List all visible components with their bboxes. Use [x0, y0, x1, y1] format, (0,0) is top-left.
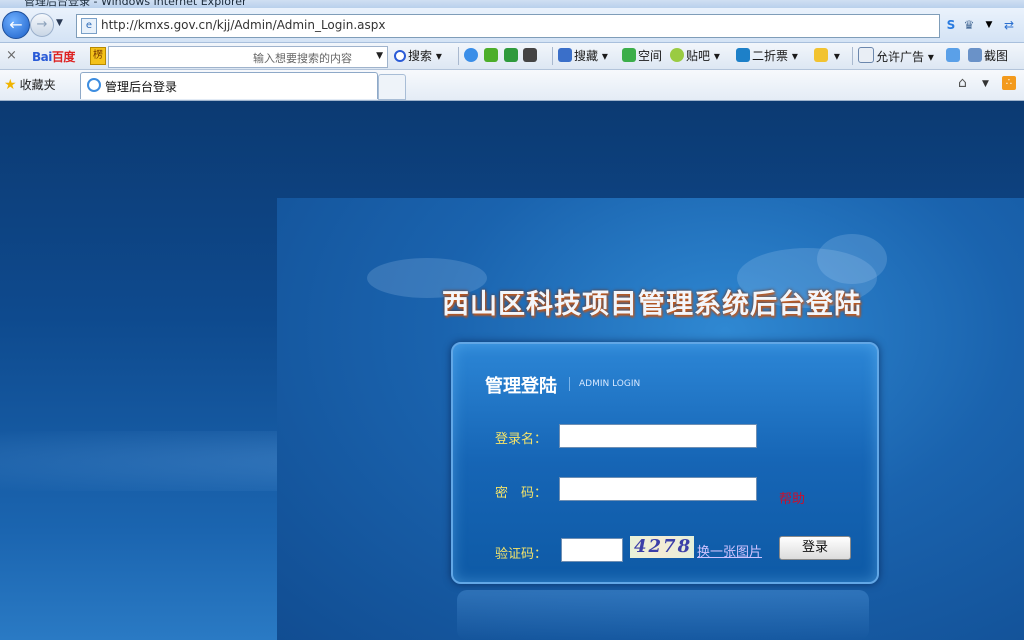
captcha-input[interactable] [561, 538, 623, 562]
close-toolbar-icon[interactable]: × [6, 48, 17, 63]
space-button[interactable]: 空间 [622, 47, 662, 65]
media-icon [523, 48, 538, 62]
tieba-label: 贴吧 [686, 49, 711, 63]
search-button[interactable]: 搜索 ▾ [394, 47, 442, 65]
forward-arrow-icon[interactable]: → [30, 13, 54, 37]
star-icon: ★ [4, 77, 17, 93]
cloud-decoration [817, 234, 887, 284]
allow-ads-label: 允许广告 [876, 50, 925, 64]
favorites-label: 收藏夹 [19, 78, 56, 92]
book-icon [558, 48, 572, 62]
captcha-image: 4278 [630, 536, 694, 558]
collect-button[interactable]: 搜藏 ▾ [558, 47, 608, 65]
toolbar-search-input[interactable]: 输入想要搜索的内容 ▼ [108, 46, 388, 68]
screenshot-button[interactable]: 截图 [968, 47, 1008, 65]
baidu-logo[interactable]: Bai百度 [32, 48, 75, 65]
tieba-button[interactable]: 贴吧 ▾ [670, 47, 720, 65]
plane-icon [736, 48, 750, 62]
search-placeholder: 输入想要搜索的内容 [253, 52, 352, 65]
translate-icon [503, 48, 518, 62]
password-label: 密 码： [495, 486, 548, 501]
ie-icon [87, 78, 101, 92]
search-button-label: 搜索 [408, 49, 433, 63]
pencil-button[interactable] [946, 47, 962, 65]
refresh-captcha-link[interactable]: 换一张图片 [697, 541, 762, 560]
favorites-button[interactable]: ★ 收藏夹 [4, 76, 56, 93]
globe-icon [464, 48, 478, 62]
discount-label: 二折票 [752, 49, 789, 63]
history-dropdown-icon[interactable]: ▼ [56, 18, 63, 28]
username-label: 登录名： [495, 432, 548, 447]
movie-button[interactable]: ▾ [814, 47, 840, 65]
address-tools: S ♛ ▼ ⇄ [942, 14, 1022, 36]
login-heading: 管理登陆 [485, 376, 557, 397]
login-submit-button[interactable]: 登录 [779, 536, 851, 560]
captcha-label: 验证码： [495, 547, 548, 562]
window-icon [858, 47, 874, 63]
tab-label: 管理后台登录 [105, 80, 178, 94]
system-title: 西山区科技项目管理系统后台登陆 [442, 289, 862, 320]
tab-admin-login[interactable]: 管理后台登录 [80, 72, 378, 99]
window-titlebar: 管理后台登录 - Windows Internet Explorer [0, 0, 1024, 8]
username-input[interactable] [559, 424, 757, 448]
heading-divider [569, 377, 570, 391]
login-box: 管理登陆 ADMIN LOGIN 登录名： 密 码： 帮助 验证码： 4278 … [451, 342, 879, 584]
separator [458, 47, 459, 65]
rss-feed-icon[interactable]: ∴ [1002, 76, 1016, 90]
baidu-toolbar: × Bai百度 楞 输入想要搜索的内容 ▼ 搜索 ▾ 搜藏 ▾ 空间 贴吧 ▾ … [0, 43, 1024, 70]
password-input[interactable] [559, 477, 757, 501]
collect-label: 搜藏 [574, 49, 599, 63]
green-app-icon [483, 48, 498, 62]
login-panel-background: 西山区科技项目管理系统后台登陆 管理登陆 ADMIN LOGIN 登录名： 密 … [277, 198, 1024, 640]
separator [852, 47, 853, 65]
login-subheading: ADMIN LOGIN [579, 379, 641, 389]
baidu-logo-prefix: Bai [32, 50, 52, 64]
pencil-icon [946, 48, 960, 62]
refresh-icon[interactable]: ⇄ [1000, 16, 1018, 34]
address-bar[interactable]: e http://kmxs.gov.cn/kjj/Admin/Admin_Log… [76, 14, 940, 38]
toolbar-icons-group[interactable] [464, 47, 539, 65]
extension-icon[interactable]: 楞 [90, 47, 106, 65]
chat-bubble-icon [670, 48, 684, 62]
separator [552, 47, 553, 65]
navigation-bar: ← → ▼ e http://kmxs.gov.cn/kjj/Admin/Adm… [0, 8, 1024, 43]
captcha-text: 4278 [634, 536, 693, 557]
page-content: 西山区科技项目管理系统后台登陆 管理登陆 ADMIN LOGIN 登录名： 密 … [0, 101, 1024, 640]
window-title: 管理后台登录 - Windows Internet Explorer [24, 0, 247, 8]
magnifier-icon [394, 50, 406, 62]
home-dropdown-icon[interactable]: ▼ [982, 79, 989, 89]
space-label: 空间 [638, 49, 663, 63]
login-box-reflection [457, 590, 869, 640]
search-dropdown-icon[interactable]: ▼ [376, 51, 383, 61]
back-arrow-icon[interactable]: ← [2, 11, 30, 39]
baidu-logo-text: 百度 [51, 50, 76, 64]
home-icon[interactable]: ⌂ [958, 75, 967, 91]
house-icon [622, 48, 636, 62]
lock-icon[interactable]: ♛ [960, 16, 978, 34]
screenshot-label: 截图 [984, 49, 1009, 63]
screenshot-icon [968, 48, 982, 62]
help-link[interactable]: 帮助 [779, 488, 805, 507]
new-tab-button[interactable] [378, 74, 406, 100]
address-dropdown-icon[interactable]: ▼ [980, 16, 998, 34]
favorites-bar: ★ 收藏夹 管理后台登录 ⌂ ▼ ∴ [0, 70, 1024, 101]
film-icon [814, 48, 828, 62]
compat-icon[interactable]: S [942, 16, 960, 34]
url-text[interactable]: http://kmxs.gov.cn/kjj/Admin/Admin_Login… [101, 18, 385, 32]
allow-ads-button[interactable]: 允许广告 ▾ [858, 47, 934, 65]
page-icon: e [81, 18, 97, 34]
discount-ticket-button[interactable]: 二折票 ▾ [736, 47, 798, 65]
